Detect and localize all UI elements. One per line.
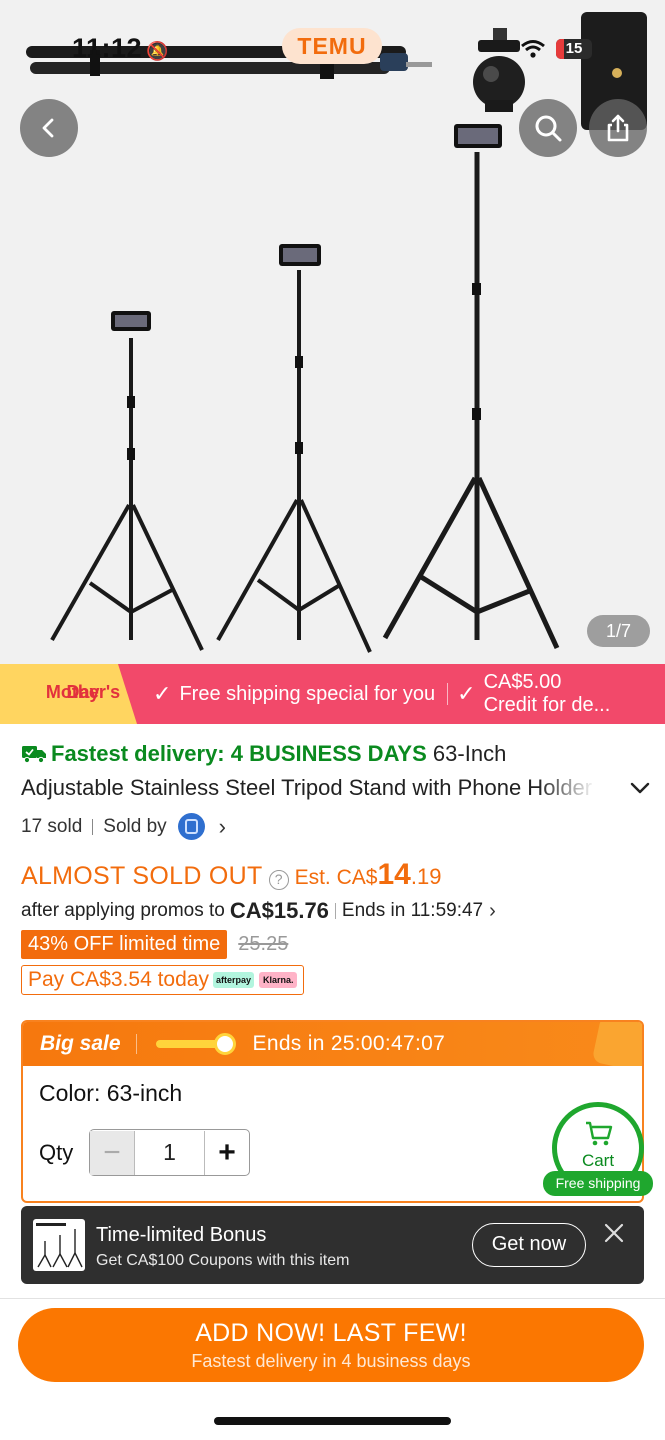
status-icons: 15 <box>520 36 592 62</box>
battery-icon: 15 <box>556 39 592 59</box>
cart-label: Cart <box>581 1151 615 1170</box>
share-button[interactable] <box>589 99 647 157</box>
chevron-down-icon[interactable] <box>629 781 651 795</box>
big-sale-label: Big sale <box>40 1032 121 1055</box>
product-image[interactable]: 11:12 🔕 TEMU 15 1/7 <box>0 0 665 664</box>
share-icon <box>607 114 629 142</box>
discount-row: 43% OFF limited time 25.25 <box>21 930 651 959</box>
check-icon: ✓ <box>457 681 476 706</box>
store-logo[interactable] <box>177 813 205 840</box>
sold-by-label: Sold by <box>103 815 167 837</box>
temu-logo: TEMU <box>282 28 382 64</box>
free-shipping-pill: Free shipping <box>543 1171 653 1196</box>
sale-countdown: Ends in 25:00:47:07 <box>252 1032 446 1055</box>
free-shipping-promo: ✓ Free shipping special for you <box>153 681 436 706</box>
price-row: ALMOST SOLD OUT ? Est. CA$14.19 <box>21 858 651 892</box>
increase-button[interactable]: + <box>204 1130 249 1175</box>
quantity-stepper: − 1 + <box>89 1129 250 1176</box>
cta-subtitle: Fastest delivery in 4 business days <box>191 1351 471 1371</box>
promo-countdown: Ends in 11:59:47 <box>341 900 484 921</box>
product-info: Fastest delivery: 4 BUSINESS DAYS 63-Inc… <box>21 737 651 995</box>
promo-price: CA$15.76 <box>229 898 329 923</box>
help-icon[interactable]: ? <box>268 870 289 890</box>
truck-icon <box>22 746 46 763</box>
credit-promo: ✓ CA$5.00 Credit for de... <box>457 671 611 716</box>
divider <box>334 903 336 919</box>
chevron-left-icon <box>42 118 54 138</box>
home-indicator[interactable] <box>214 1417 451 1425</box>
search-icon <box>535 115 562 142</box>
chevron-right-icon: › <box>218 813 226 839</box>
bonus-toast: Time-limited Bonus Get CA$100 Coupons wi… <box>21 1206 644 1284</box>
divider <box>0 1298 665 1299</box>
progress-knob <box>213 1033 236 1055</box>
check-icon: ✓ <box>153 681 172 706</box>
almost-sold-out-label: ALMOST SOLD OUT <box>21 862 263 890</box>
pay-later-box[interactable]: Pay CA$3.54 today afterpay Klarna. <box>21 965 305 995</box>
divider <box>135 1034 137 1054</box>
big-sale-header: Big sale Ends in 25:00:47:07 <box>23 1022 642 1066</box>
sold-count: 17 sold <box>21 815 83 837</box>
color-selection[interactable]: Color: 63-inch <box>39 1080 182 1107</box>
divider <box>92 818 94 835</box>
discount-badge: 43% OFF limited time <box>21 930 228 959</box>
toast-subtitle: Get CA$100 Coupons with this item <box>96 1252 350 1269</box>
tripod-product-illustration <box>26 12 647 653</box>
wifi-icon <box>521 40 545 58</box>
chevron-right-icon: › <box>489 899 496 922</box>
search-button[interactable] <box>519 99 577 157</box>
get-now-button[interactable]: Get now <box>472 1223 586 1267</box>
image-counter: 1/7 <box>587 615 650 647</box>
add-to-cart-button[interactable]: ADD NOW! LAST FEW! Fastest delivery in 4… <box>18 1308 644 1382</box>
silent-bell-icon: 🔕 <box>146 41 169 61</box>
toast-title: Time-limited Bonus <box>96 1224 267 1246</box>
estimated-price: Est. CA$14.19 <box>294 858 442 891</box>
cta-title: ADD NOW! LAST FEW! <box>195 1319 467 1347</box>
banner-divider <box>447 683 449 705</box>
quantity-value[interactable]: 1 <box>135 1139 204 1166</box>
original-price: 25.25 <box>238 933 289 955</box>
sale-progress-bar <box>155 1033 236 1055</box>
decoration-shape <box>591 1022 642 1066</box>
product-title[interactable]: Fastest delivery: 4 BUSINESS DAYS 63-Inc… <box>21 737 651 805</box>
promo-banner[interactable]: Mother's Day ✓ Free shipping special for … <box>0 664 665 724</box>
delivery-badge: Fastest delivery: 4 BUSINESS DAYS <box>21 741 433 766</box>
back-button[interactable] <box>20 99 78 157</box>
promo-price-row[interactable]: after applying promos to CA$15.76 Ends i… <box>21 898 651 924</box>
klarna-logo: Klarna. <box>258 972 298 988</box>
mothers-day-badge: Mother's Day <box>0 664 137 724</box>
close-icon[interactable] <box>603 1222 625 1244</box>
status-time: 11:12 🔕 <box>72 33 169 63</box>
product-thumbnail <box>33 1219 85 1271</box>
cart-icon <box>586 1121 613 1146</box>
decrease-button[interactable]: − <box>90 1130 135 1175</box>
seller-row[interactable]: 17 sold Sold by › <box>21 813 651 840</box>
afterpay-logo: afterpay <box>212 972 254 988</box>
qty-label: Qty <box>39 1140 74 1165</box>
